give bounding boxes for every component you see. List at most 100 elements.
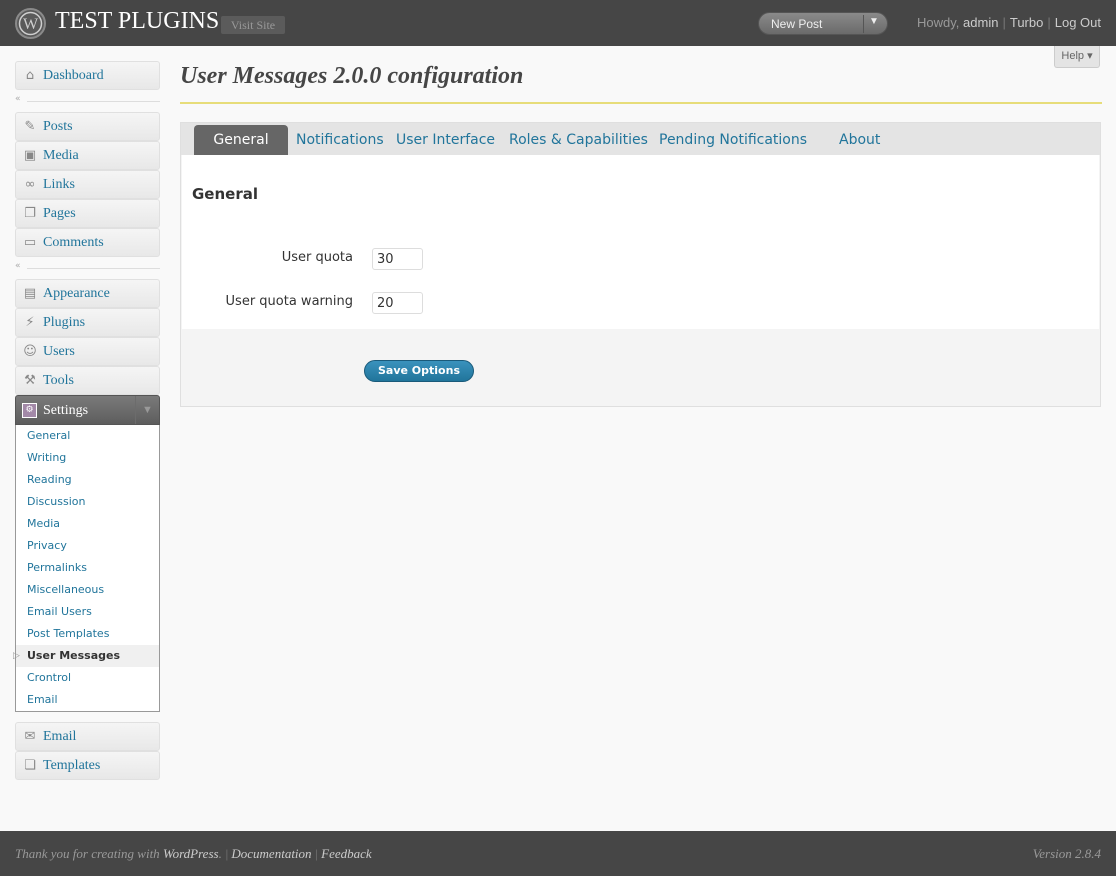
menu-separator[interactable]: « bbox=[15, 94, 160, 104]
chevron-down-icon[interactable]: ▼ bbox=[869, 16, 879, 27]
plug-icon: ⚡ bbox=[25, 315, 35, 330]
user-quota-input[interactable] bbox=[372, 248, 423, 270]
menu-item-pages[interactable]: ❐ Pages bbox=[15, 199, 160, 228]
config-panel: General Notifications User Interface Rol… bbox=[180, 122, 1101, 407]
users-icon: ☺ bbox=[23, 344, 37, 359]
feedback-link[interactable]: Feedback bbox=[321, 846, 372, 861]
visit-site-button[interactable]: Visit Site bbox=[221, 16, 285, 34]
menu-item-label: Media bbox=[43, 148, 79, 163]
submenu-item-user-messages[interactable]: ▷ User Messages bbox=[13, 645, 159, 667]
tab-user-interface[interactable]: User Interface bbox=[396, 132, 495, 148]
menu-item-label: Users bbox=[43, 344, 75, 359]
menu-item-appearance[interactable]: ▤ Appearance bbox=[15, 279, 160, 308]
wordpress-logo-icon[interactable]: W bbox=[15, 8, 46, 39]
submenu-item-privacy[interactable]: Privacy bbox=[16, 535, 159, 557]
tab-bar: General Notifications User Interface Rol… bbox=[181, 123, 1100, 155]
menu-item-label: Comments bbox=[43, 235, 104, 250]
menu-item-label: Settings bbox=[43, 403, 89, 418]
submenu-item-miscellaneous[interactable]: Miscellaneous bbox=[16, 579, 159, 601]
comment-icon: ▭ bbox=[23, 235, 37, 250]
title-divider bbox=[180, 102, 1102, 104]
menu-item-label: Posts bbox=[43, 119, 73, 134]
chevron-down-icon[interactable]: ▼ bbox=[135, 396, 159, 424]
tab-pending-notifications[interactable]: Pending Notifications bbox=[659, 132, 807, 148]
submenu-item-permalinks[interactable]: Permalinks bbox=[16, 557, 159, 579]
user-quota-warning-input[interactable] bbox=[372, 292, 423, 314]
save-options-button[interactable]: Save Options bbox=[364, 360, 474, 382]
submenu-item-media[interactable]: Media bbox=[16, 513, 159, 535]
tab-roles-capabilities[interactable]: Roles & Capabilities bbox=[509, 132, 648, 148]
divider: | bbox=[224, 846, 229, 861]
tab-general[interactable]: General bbox=[194, 125, 288, 155]
submenu-item-email[interactable]: Email bbox=[16, 689, 159, 711]
section-title: General bbox=[192, 185, 258, 203]
new-post-divider bbox=[863, 15, 864, 33]
menu-item-posts[interactable]: ✎ Posts bbox=[15, 112, 160, 141]
submenu-item-post-templates[interactable]: Post Templates bbox=[16, 623, 159, 645]
tab-notifications[interactable]: Notifications bbox=[296, 132, 384, 148]
envelope-icon: ✉ bbox=[24, 729, 36, 744]
menu-item-label: Links bbox=[43, 177, 75, 192]
tab-content: General User quota User quota warning bbox=[182, 155, 1099, 329]
submenu-item-discussion[interactable]: Discussion bbox=[16, 491, 159, 513]
submenu-item-general[interactable]: General bbox=[16, 425, 159, 447]
menu-item-dashboard[interactable]: ⌂ Dashboard bbox=[15, 61, 160, 90]
menu-item-label: Email bbox=[43, 729, 77, 744]
page-title: User Messages 2.0.0 configuration bbox=[180, 63, 524, 89]
admin-header: W TEST PLUGINS Visit Site New Post ▼ How… bbox=[0, 0, 1116, 46]
menu-item-label: Dashboard bbox=[43, 68, 104, 83]
svg-text:W: W bbox=[23, 16, 39, 33]
menu-item-email[interactable]: ✉ Email bbox=[15, 722, 160, 751]
version-text: Version 2.8.4 bbox=[1032, 846, 1101, 861]
menu-item-label: Appearance bbox=[43, 286, 110, 301]
wordpress-link[interactable]: WordPress bbox=[163, 846, 219, 861]
submenu-item-writing[interactable]: Writing bbox=[16, 447, 159, 469]
menu-item-users[interactable]: ☺ Users bbox=[15, 337, 160, 366]
help-label[interactable]: Help bbox=[1061, 50, 1084, 62]
divider: | bbox=[1002, 15, 1006, 30]
new-post-label[interactable]: New Post bbox=[771, 17, 822, 31]
admin-footer: Thank you for creating with WordPress. | D… bbox=[0, 831, 1116, 876]
logout-link[interactable]: Log Out bbox=[1055, 15, 1101, 30]
collapse-icon[interactable]: « bbox=[15, 94, 21, 104]
menu-item-links[interactable]: ∞ Links bbox=[15, 170, 160, 199]
menu-separator[interactable]: « bbox=[15, 261, 160, 271]
link-icon: ∞ bbox=[24, 177, 36, 192]
collapse-icon[interactable]: « bbox=[15, 261, 21, 271]
menu-item-comments[interactable]: ▭ Comments bbox=[15, 228, 160, 257]
appearance-icon: ▤ bbox=[23, 286, 37, 301]
user-info: Howdy, admin | Turbo | Log Out bbox=[917, 15, 1101, 30]
submenu-item-label: User Messages bbox=[27, 649, 121, 662]
current-arrow-icon: ▷ bbox=[13, 651, 20, 661]
menu-item-settings[interactable]: ⚙ Settings ▼ bbox=[15, 395, 160, 425]
settings-icon: ⚙ bbox=[22, 403, 37, 418]
menu-item-media[interactable]: ▣ Media bbox=[15, 141, 160, 170]
menu-item-label: Plugins bbox=[43, 315, 86, 330]
settings-submenu: General Writing Reading Discussion Media… bbox=[13, 425, 160, 712]
divider: | bbox=[1047, 15, 1051, 30]
footer-credits: Thank you for creating with WordPress. | D… bbox=[15, 846, 372, 861]
submenu-item-crontrol[interactable]: Crontrol bbox=[16, 667, 159, 689]
menu-item-label: Templates bbox=[43, 758, 101, 773]
new-post-button[interactable]: New Post ▼ bbox=[758, 12, 888, 35]
site-title[interactable]: TEST PLUGINS bbox=[55, 8, 219, 35]
user-quota-label: User quota bbox=[281, 250, 353, 265]
menu-item-label: Pages bbox=[43, 206, 76, 221]
turbo-link[interactable]: Turbo bbox=[1010, 15, 1043, 30]
menu-item-plugins[interactable]: ⚡ Plugins bbox=[15, 308, 160, 337]
submenu-item-email-users[interactable]: Email Users bbox=[16, 601, 159, 623]
menu-item-label: Tools bbox=[43, 373, 74, 388]
templates-icon: ❏ bbox=[24, 758, 36, 773]
tab-about[interactable]: About bbox=[839, 132, 880, 148]
user-quota-warning-label: User quota warning bbox=[225, 294, 353, 309]
pages-icon: ❐ bbox=[24, 206, 36, 221]
footer-thanks: Thank you for creating with bbox=[15, 846, 160, 861]
help-tab[interactable]: Help ▾ bbox=[1054, 46, 1100, 68]
user-profile-link[interactable]: admin bbox=[963, 15, 998, 30]
menu-item-tools[interactable]: ⚒ Tools bbox=[15, 366, 160, 395]
documentation-link[interactable]: Documentation bbox=[231, 846, 311, 861]
media-icon: ▣ bbox=[23, 148, 37, 163]
divider: | bbox=[314, 846, 319, 861]
submenu-item-reading[interactable]: Reading bbox=[16, 469, 159, 491]
menu-item-templates[interactable]: ❏ Templates bbox=[15, 751, 160, 780]
